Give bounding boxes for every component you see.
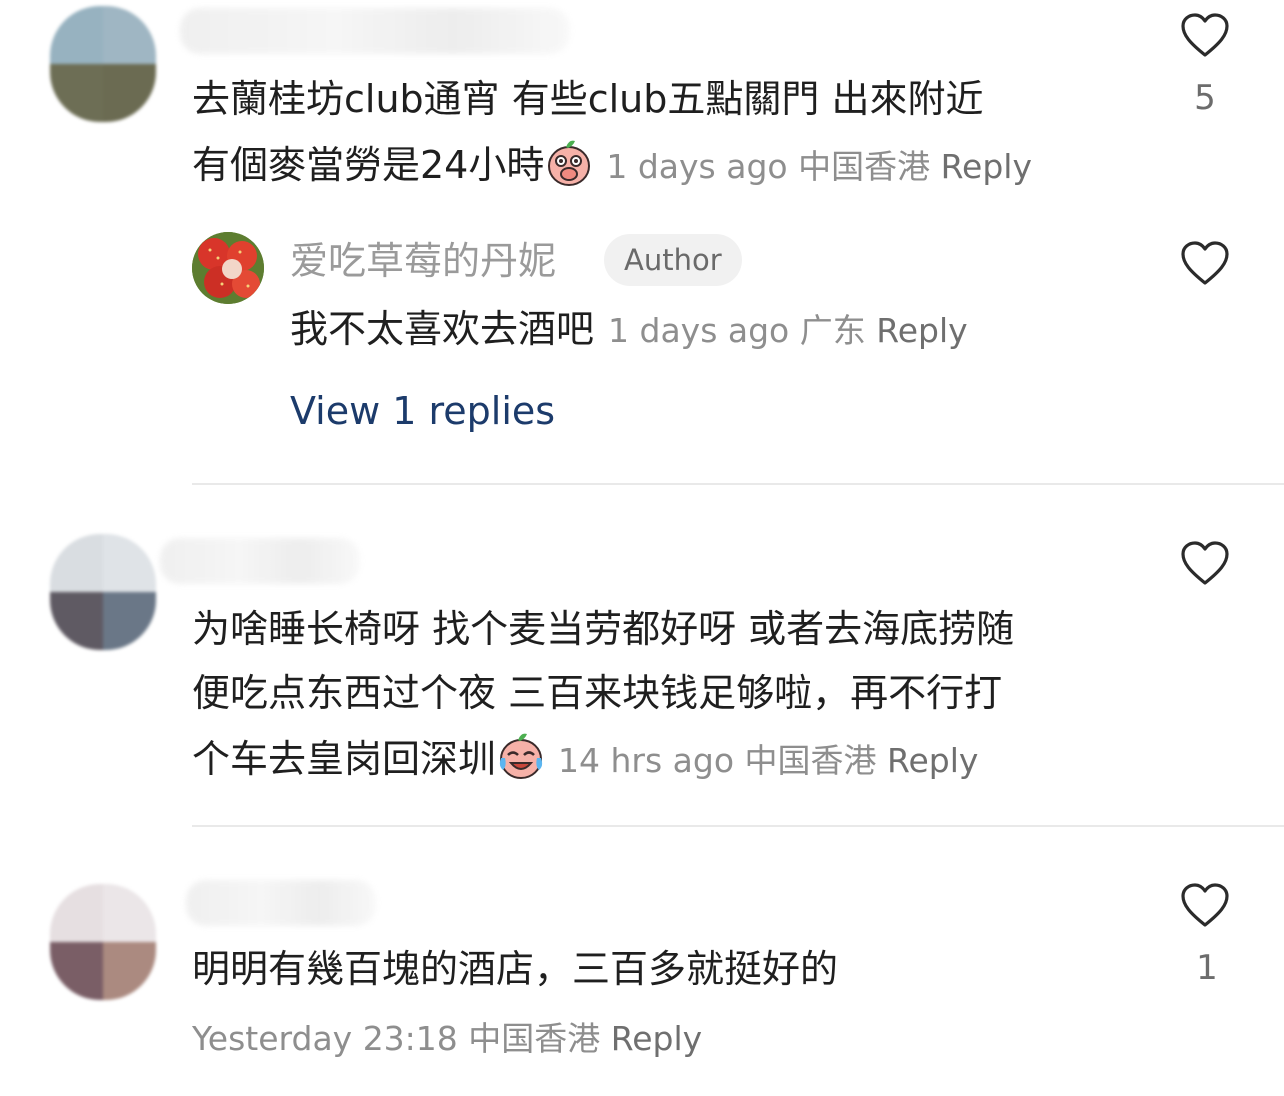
reply-button[interactable]: Reply <box>611 1019 702 1058</box>
covering-mouth-emoji-icon <box>544 137 594 187</box>
reply-text: 我不太喜欢去酒吧 <box>290 307 595 351</box>
like-heart-icon[interactable] <box>1180 540 1230 586</box>
comment-text: 有個麥當勞是24小時 <box>192 143 545 187</box>
comment-location: 中国香港 <box>744 741 877 780</box>
username-redacted[interactable] <box>160 538 360 584</box>
comment-location: 中国香港 <box>468 1019 601 1058</box>
strawberry-avatar-icon[interactable] <box>192 232 264 304</box>
comment-text-line: 便吃点东西过个夜 三百来块钱足够啦，再不行打 <box>192 671 1003 715</box>
comment-text-line: 去蘭桂坊club通宵 有些club五點關門 出來附近 <box>192 77 984 121</box>
reply-location: 广东 <box>799 311 866 350</box>
divider <box>192 483 1284 485</box>
comment-text-line: 有個麥當勞是24小時 1 days ago 中国香港 Reply <box>192 132 1032 200</box>
comment-time: 1 days ago <box>606 147 788 186</box>
like-heart-icon[interactable] <box>1180 12 1230 58</box>
crying-laughing-emoji-icon <box>496 731 546 781</box>
comment-text-line: 个车去皇岗回深圳 14 hrs ago 中国香港 Reply <box>192 726 978 794</box>
username-redacted[interactable] <box>186 880 376 926</box>
commenter-avatar[interactable] <box>50 534 156 650</box>
comment-time: Yesterday 23:18 <box>192 1019 458 1058</box>
reply-button[interactable]: Reply <box>876 311 967 350</box>
author-badge: Author <box>604 234 742 286</box>
comment-meta: Yesterday 23:18 中国香港 Reply <box>192 1016 702 1062</box>
like-count: 1 <box>1196 948 1218 988</box>
commenter-avatar[interactable] <box>50 6 156 122</box>
like-heart-icon[interactable] <box>1180 882 1230 928</box>
view-replies-link[interactable]: View 1 replies <box>290 386 555 436</box>
username-redacted[interactable] <box>180 8 570 54</box>
like-count: 5 <box>1194 78 1216 118</box>
reply-text-line: 我不太喜欢去酒吧 1 days ago 广东 Reply <box>290 296 968 364</box>
like-heart-icon[interactable] <box>1180 240 1230 286</box>
comment-location: 中国香港 <box>798 147 931 186</box>
comment-text: 个车去皇岗回深圳 <box>192 737 497 781</box>
reply-time: 1 days ago <box>608 311 790 350</box>
reply-button[interactable]: Reply <box>941 147 1032 186</box>
reply-username[interactable]: 爱吃草莓的丹妮 <box>290 236 556 286</box>
comment-time: 14 hrs ago <box>558 741 735 780</box>
divider <box>192 825 1284 827</box>
commenter-avatar[interactable] <box>50 884 156 1000</box>
comment-text-line: 为啥睡长椅呀 找个麦当劳都好呀 或者去海底捞随 <box>192 607 1015 651</box>
reply-button[interactable]: Reply <box>887 741 978 780</box>
comment-text-line: 明明有幾百塊的酒店，三百多就挺好的 <box>192 947 839 991</box>
